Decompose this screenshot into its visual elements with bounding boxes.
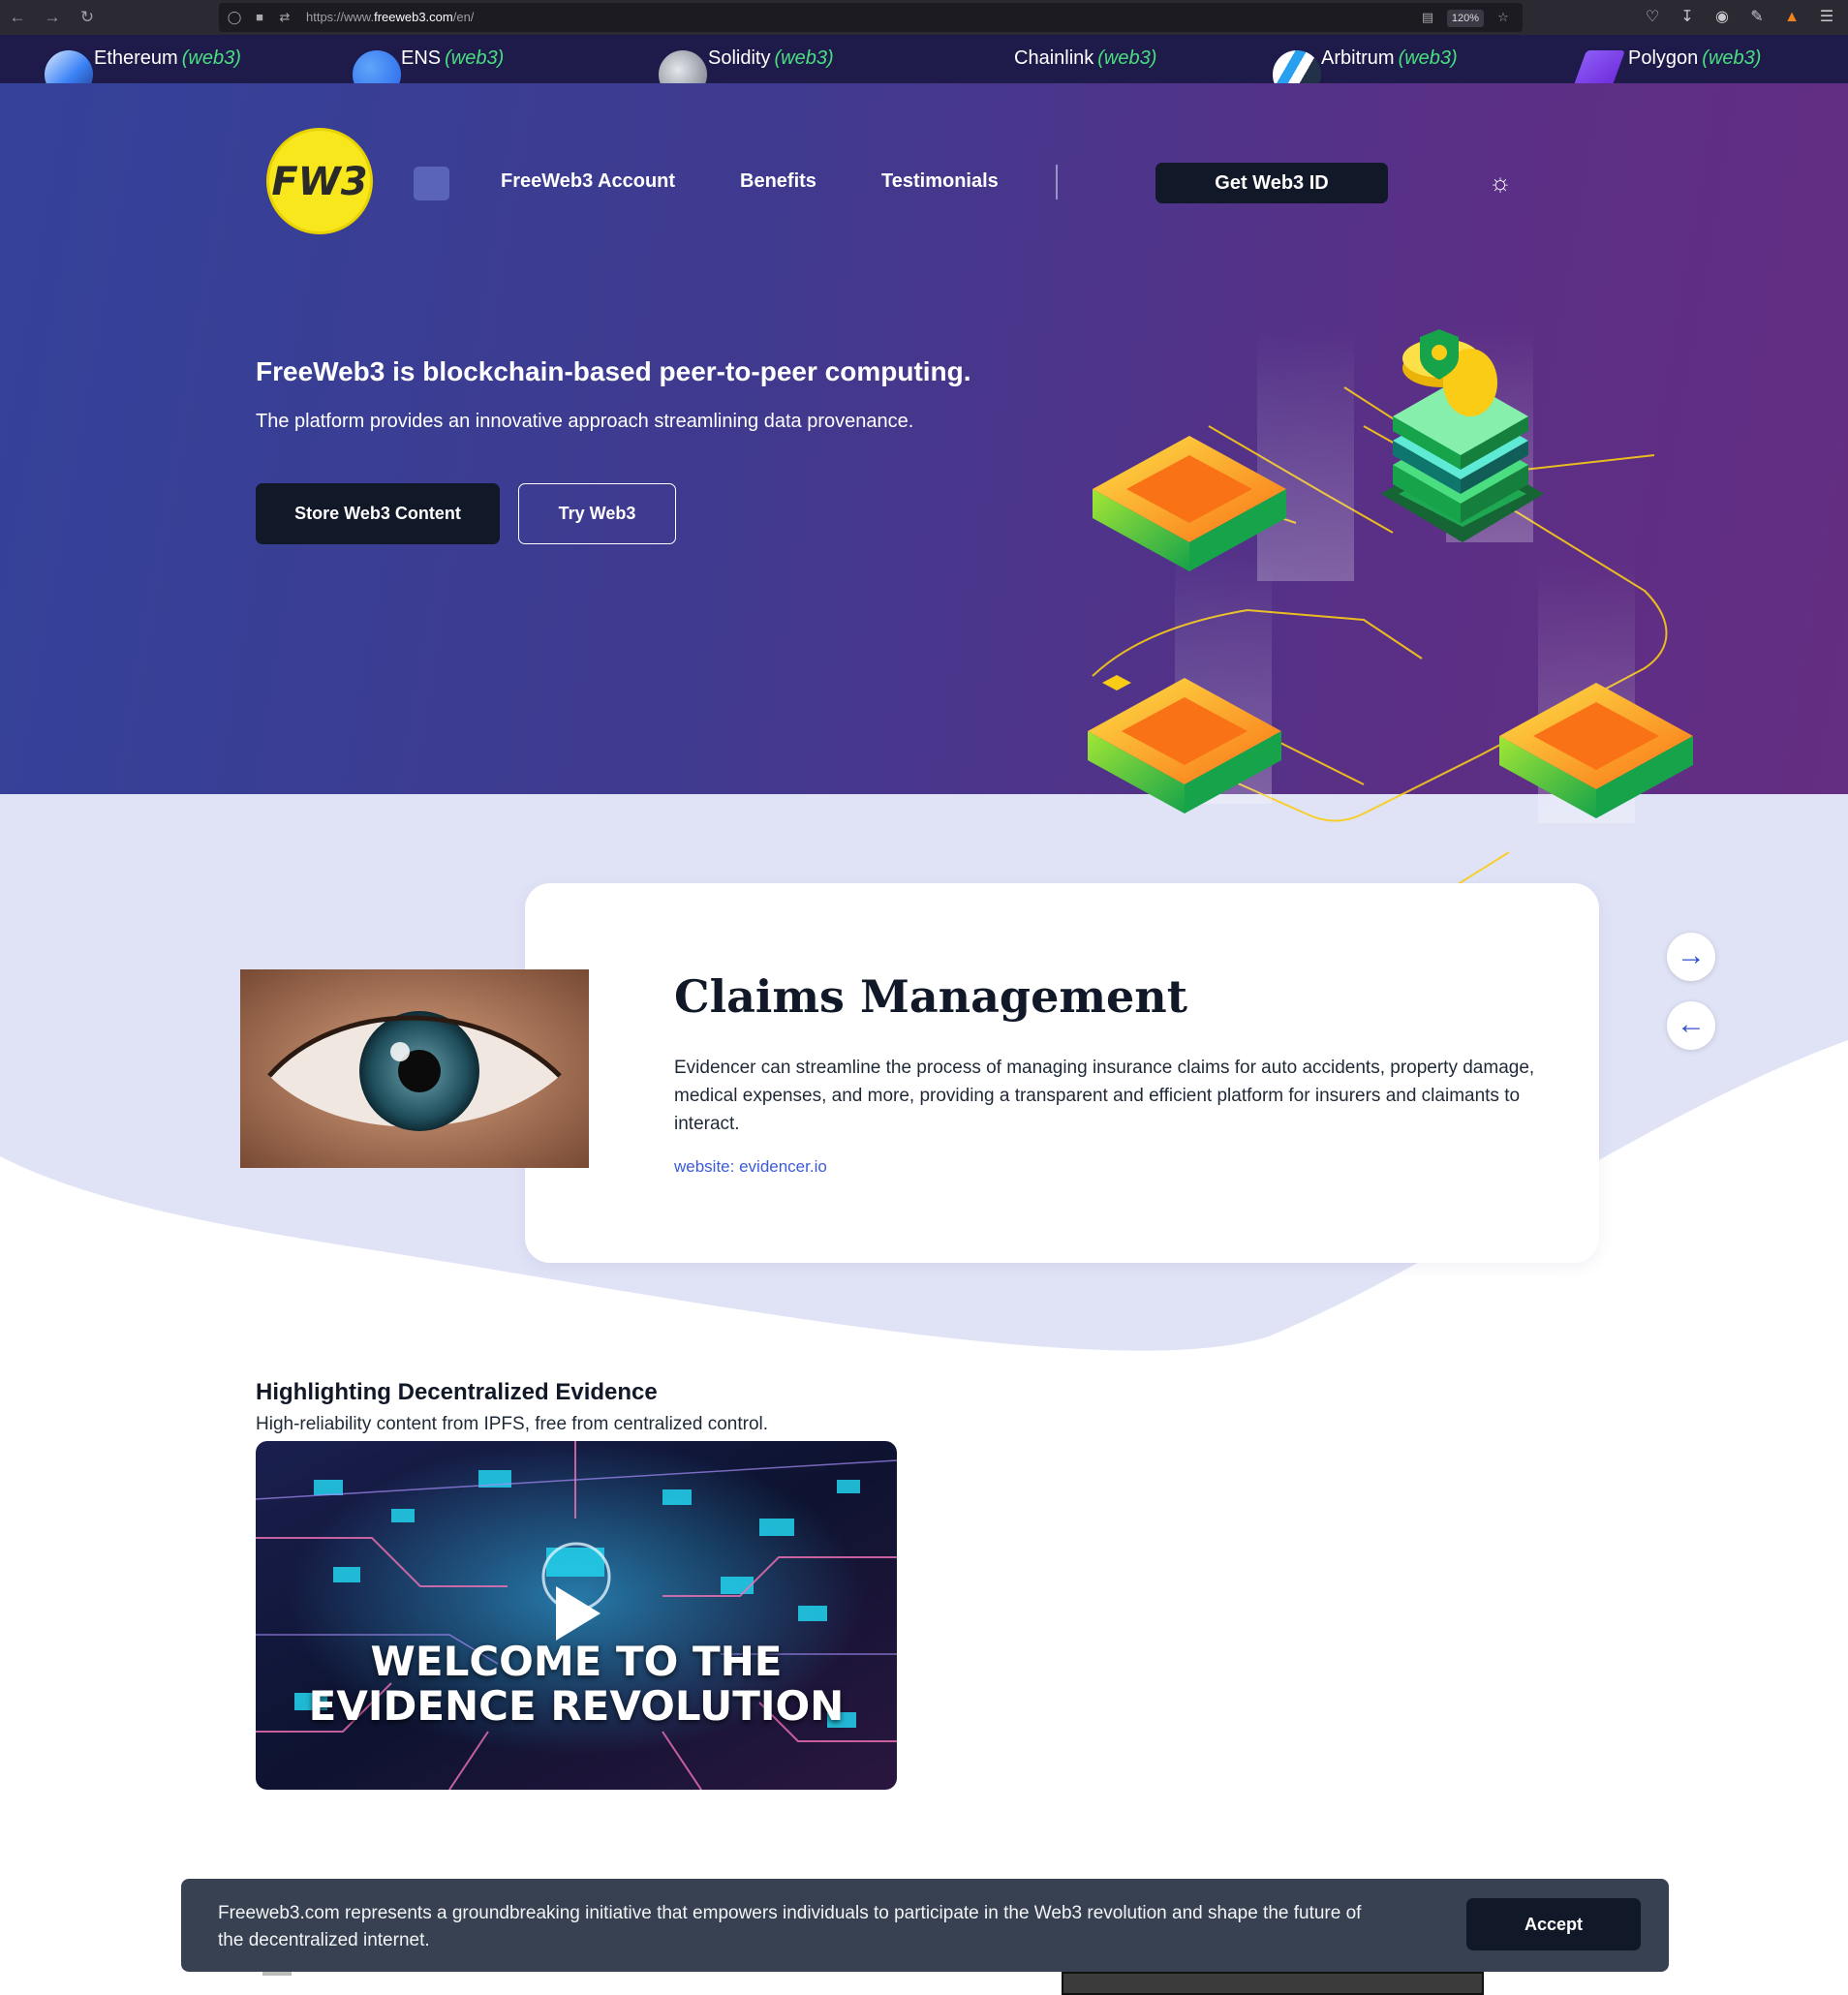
ticker-name: Solidity [708, 47, 771, 69]
pocket-icon[interactable]: ♡ [1641, 6, 1664, 29]
prev-arrow-icon[interactable]: ← [1667, 1001, 1715, 1050]
ticker-item-chainlink[interactable]: Chainlink (web3) [1014, 47, 1156, 73]
ticker-item-arbitrum[interactable]: Arbitrum (web3) [1321, 47, 1458, 73]
ticker-suffix: (web3) [445, 47, 505, 69]
ticker-name: ENS [401, 47, 442, 69]
carousel-title: Claims Management [674, 970, 1187, 1023]
ticker-name: Polygon [1628, 47, 1699, 69]
menu-icon[interactable]: ☰ [1815, 6, 1838, 29]
lock-icon[interactable]: ■ [252, 10, 267, 25]
hero-title: FreeWeb3 is blockchain-based peer-to-pee… [256, 356, 971, 386]
section-subtitle: High-reliability content from IPFS, free… [256, 1414, 769, 1434]
shield-icon[interactable]: ◯ [227, 10, 242, 25]
hero-subtitle: The platform provides an innovative appr… [256, 411, 914, 432]
account-icon[interactable]: ◉ [1710, 6, 1734, 29]
url-prefix: https://www. [306, 10, 375, 24]
permissions-icon[interactable]: ⇄ [277, 10, 293, 25]
store-web3-content-button[interactable]: Store Web3 Content [256, 483, 500, 544]
site-logo[interactable]: FW3 [266, 128, 373, 234]
video-caption-line1: WELCOME TO THE [370, 1638, 783, 1685]
browser-toolbar: ← → ↻ ◯ ■ ⇄ https://www.freeweb3.com/en/… [0, 0, 1848, 35]
reload-icon[interactable]: ↻ [76, 6, 99, 29]
nav-benefits[interactable]: Benefits [740, 170, 816, 193]
ticker-suffix: (web3) [1398, 47, 1458, 69]
blockchain-illustration [1088, 329, 1693, 902]
logo-text: FW3 [271, 160, 368, 204]
nav-testimonials[interactable]: Testimonials [881, 170, 999, 193]
ticker-suffix: (web3) [1702, 47, 1762, 69]
ticker-suffix: (web3) [1097, 47, 1157, 69]
ticker-item-polygon[interactable]: Polygon (web3) [1628, 47, 1761, 73]
metamask-icon[interactable]: ▲ [1780, 6, 1803, 29]
url-text[interactable]: https://www.freeweb3.com/en/ [306, 10, 474, 24]
get-web3-id-button[interactable]: Get Web3 ID [1155, 163, 1388, 203]
download-icon[interactable]: ↧ [1676, 6, 1699, 29]
video-player[interactable]: WELCOME TO THE EVIDENCE REVOLUTION [256, 1441, 897, 1790]
menu-square-button[interactable] [414, 167, 449, 200]
video-caption-line2: EVIDENCE REVOLUTION [308, 1682, 845, 1730]
ticker-suffix: (web3) [181, 47, 241, 69]
next-arrow-icon[interactable]: → [1667, 933, 1715, 981]
forward-icon[interactable]: → [41, 6, 64, 29]
video-caption: WELCOME TO THE EVIDENCE REVOLUTION [256, 1640, 897, 1729]
section-title: Highlighting Decentralized Evidence [256, 1379, 658, 1405]
url-domain: freeweb3.com [374, 10, 453, 24]
ticker-suffix: (web3) [774, 47, 834, 69]
bookmark-star-icon[interactable]: ☆ [1495, 10, 1511, 25]
play-icon[interactable] [556, 1586, 601, 1641]
ticker-name: Ethereum [94, 47, 178, 69]
address-bar[interactable]: ◯ ■ ⇄ https://www.freeweb3.com/en/ ▤ 120… [219, 3, 1523, 32]
try-web3-button[interactable]: Try Web3 [518, 483, 676, 544]
ticker-name: Chainlink [1014, 47, 1094, 69]
back-icon[interactable]: ← [6, 6, 29, 29]
url-path: /en/ [452, 10, 475, 24]
ticker-name: Arbitrum [1321, 47, 1395, 69]
carousel-website-link[interactable]: website: evidencer.io [674, 1157, 827, 1177]
partial-element [262, 1972, 292, 1976]
accept-button[interactable]: Accept [1466, 1898, 1641, 1950]
theme-toggle-icon[interactable]: ☼ [1487, 169, 1514, 196]
reader-view-icon[interactable]: ▤ [1420, 10, 1435, 25]
ticker-item-ethereum[interactable]: Ethereum (web3) [94, 47, 241, 73]
nav-freeweb3-account[interactable]: FreeWeb3 Account [501, 170, 675, 193]
ticker-item-solidity[interactable]: Solidity (web3) [708, 47, 834, 73]
partial-media-frame [1062, 1972, 1484, 1995]
nav-divider [1056, 165, 1058, 200]
carousel-body: Evidencer can streamline the process of … [674, 1058, 1535, 1134]
cookie-banner: Freeweb3.com represents a groundbreaking… [181, 1879, 1669, 1972]
zoom-badge[interactable]: 120% [1447, 10, 1484, 27]
eye-image [240, 969, 589, 1168]
extensions-icon[interactable]: ✎ [1745, 6, 1769, 29]
cookie-text: Freeweb3.com represents a groundbreaking… [218, 1903, 1362, 1950]
web3-ticker: Ethereum (web3) ENS (web3) Solidity (web3) … [0, 35, 1848, 99]
ticker-item-ens[interactable]: ENS (web3) [401, 47, 504, 73]
